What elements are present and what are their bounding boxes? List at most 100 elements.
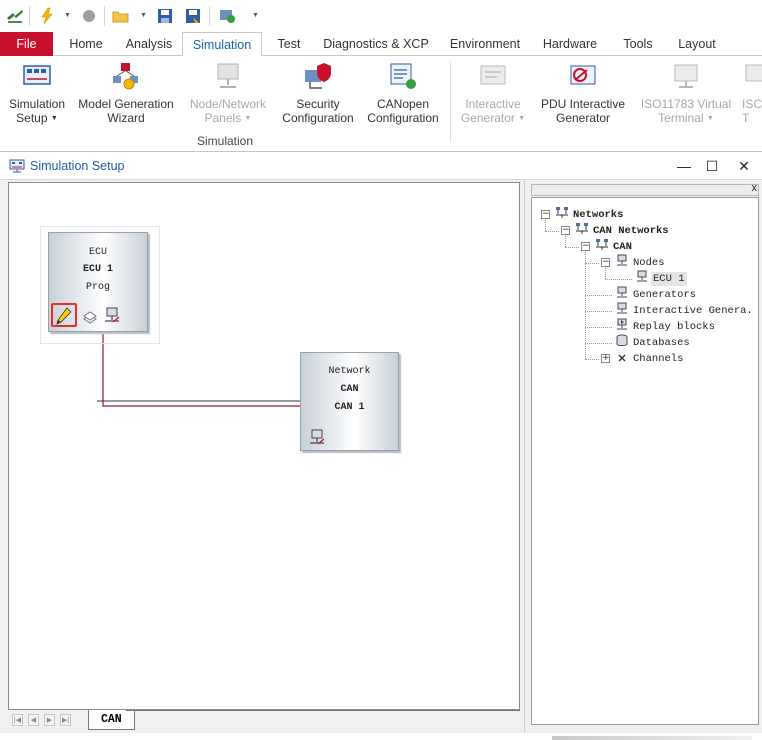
interactive-generators-icon	[617, 302, 627, 314]
simulation-setup-button[interactable]: Simulation Setup ▼	[4, 60, 70, 126]
canopen-label-1: CANopen	[376, 97, 430, 111]
pdu-interactive-label-2: Generator	[555, 111, 611, 125]
tab-tools[interactable]: Tools	[614, 32, 662, 56]
prev-sheet-button[interactable]: ◀	[28, 714, 39, 726]
minimize-button[interactable]: —	[674, 156, 694, 176]
node-network-panels-button[interactable]: Node/Network Panels ▼	[184, 60, 272, 126]
stack-layers-icon[interactable]	[82, 309, 98, 325]
save-icon[interactable]	[156, 7, 174, 25]
network-block[interactable]: Network CAN CAN 1	[300, 352, 399, 451]
security-configuration-button[interactable]: Security Configuration	[280, 60, 356, 125]
iso11783-virtual-terminal-button[interactable]: ISO11783 Virtual Terminal ▼	[636, 60, 736, 126]
tab-hardware[interactable]: Hardware	[536, 32, 604, 56]
simulation-setup-label-2: Setup	[16, 111, 48, 125]
interactive-generator-icon	[480, 65, 506, 85]
channels-icon	[618, 354, 626, 362]
databases-icon	[616, 334, 628, 346]
node-network-label-1: Node/Network	[189, 97, 267, 111]
quick-access-toolbar: ▼ ▼ ▼	[0, 0, 762, 32]
open-dropdown-icon[interactable]: ▼	[140, 12, 147, 19]
model-generation-wizard-icon	[113, 63, 138, 90]
configuration-icon[interactable]	[218, 7, 236, 25]
pencil-edit-icon[interactable]	[56, 307, 72, 325]
canopen-label-2: Configuration	[367, 111, 439, 125]
tree-channels[interactable]: Channels	[633, 352, 683, 366]
nodes-icon	[617, 254, 627, 266]
tab-diagnostics-xcp[interactable]: Diagnostics & XCP	[318, 32, 434, 56]
tree-databases[interactable]: Databases	[633, 336, 690, 350]
pdu-interactive-generator-button[interactable]: PDU Interactive Generator	[536, 60, 630, 125]
tree-interactive-generators[interactable]: Interactive Genera.	[633, 304, 753, 318]
tree-replay-blocks[interactable]: Replay blocks	[633, 320, 715, 334]
truncated-label-1: ISC	[742, 97, 762, 111]
window-titlebar: Simulation Setup — ☐ ✕	[0, 152, 762, 180]
tab-home[interactable]: Home	[62, 32, 110, 56]
tree-ecu-1[interactable]: ECU 1	[651, 272, 687, 286]
node-network-label-2: Panels	[204, 111, 242, 125]
canopen-configuration-button[interactable]: CANopen Configuration	[364, 60, 442, 125]
tree-generators[interactable]: Generators	[633, 288, 696, 302]
node-network-icon[interactable]	[104, 307, 120, 324]
ribbon-panel: Simulation Setup ▼ Model Generation Wiza…	[0, 56, 762, 152]
tab-simulation[interactable]: Simulation	[182, 32, 262, 57]
simulation-setup-label-1: Simulation	[8, 97, 66, 111]
can-collapse-toggle[interactable]: −	[581, 242, 590, 251]
can-networks-icon	[576, 223, 588, 234]
can-networks-collapse-toggle[interactable]: −	[561, 226, 570, 235]
maximize-button[interactable]: ☐	[702, 156, 722, 176]
tab-file[interactable]: File	[0, 32, 53, 56]
generators-icon	[617, 286, 627, 298]
iso11783-virtual-terminal-icon	[674, 64, 698, 88]
security-configuration-icon	[305, 63, 331, 89]
iso11783-label-2: Terminal	[658, 111, 704, 125]
interactive-generator-label-1: Interactive	[465, 97, 521, 111]
nodes-collapse-toggle[interactable]: −	[601, 258, 610, 267]
tree-can-networks[interactable]: CAN Networks	[593, 224, 669, 238]
tab-analysis[interactable]: Analysis	[120, 32, 178, 56]
ecu-block[interactable]: ECU ECU 1 Prog	[48, 232, 148, 332]
node-network-panels-icon	[217, 63, 239, 88]
window-title: Simulation Setup	[30, 159, 125, 173]
tree-horizontal-scrollbar[interactable]	[552, 736, 752, 740]
tree-networks[interactable]: Networks	[573, 208, 623, 222]
sheet-tab-can[interactable]: CAN	[88, 710, 135, 730]
interactive-generator-button[interactable]: Interactive Generator ▼	[456, 60, 530, 126]
pdu-interactive-label-1: PDU Interactive	[540, 97, 626, 111]
tree-pane-close-button[interactable]: x	[752, 182, 758, 194]
model-generation-wizard-button[interactable]: Model Generation Wizard	[76, 60, 176, 125]
next-sheet-button[interactable]: ▶	[44, 714, 55, 726]
ecu-prog-label: Prog	[85, 282, 110, 293]
truncated-ribbon-button[interactable]: ISC T	[742, 60, 762, 125]
tree-nodes[interactable]: Nodes	[633, 256, 665, 270]
first-sheet-button[interactable]: |◀	[12, 714, 23, 726]
simulation-group-label: Simulation	[197, 134, 254, 148]
start-dropdown-icon[interactable]: ▼	[64, 12, 71, 19]
ecu-type-label: ECU	[88, 247, 107, 258]
tab-test[interactable]: Test	[270, 32, 308, 56]
close-button[interactable]: ✕	[734, 156, 754, 176]
tree-pane-header: x	[531, 182, 759, 196]
ribbon-tabs: File Home Analysis Simulation Test Diagn…	[0, 32, 762, 57]
truncated-button-icon	[745, 64, 762, 82]
tab-layout[interactable]: Layout	[670, 32, 724, 56]
save-as-icon[interactable]	[184, 7, 202, 25]
open-folder-icon[interactable]	[112, 7, 130, 25]
ecu-node-icon	[637, 270, 647, 282]
customize-toolbar-icon[interactable]: ▼	[252, 12, 259, 19]
last-sheet-button[interactable]: ▶|	[60, 714, 71, 726]
replay-blocks-icon	[617, 318, 627, 330]
security-configuration-label-2: Configuration	[282, 111, 354, 125]
ecu-name-label: ECU 1	[82, 264, 113, 275]
tree-can[interactable]: CAN	[613, 240, 632, 254]
network-node-icon[interactable]	[309, 429, 325, 446]
tab-environment[interactable]: Environment	[442, 32, 528, 56]
networks-collapse-toggle[interactable]: −	[541, 210, 550, 219]
lightning-start-icon[interactable]	[38, 7, 56, 25]
channels-expand-toggle[interactable]: +	[601, 354, 610, 363]
canoe-logo-icon[interactable]	[6, 7, 24, 25]
model-generation-label-1: Model Generation	[78, 97, 174, 111]
simulation-setup-icon	[23, 65, 51, 85]
interactive-generator-label-2: Generator	[460, 111, 515, 125]
iso11783-label-1: ISO11783 Virtual	[640, 97, 732, 111]
stop-icon[interactable]	[80, 7, 98, 25]
